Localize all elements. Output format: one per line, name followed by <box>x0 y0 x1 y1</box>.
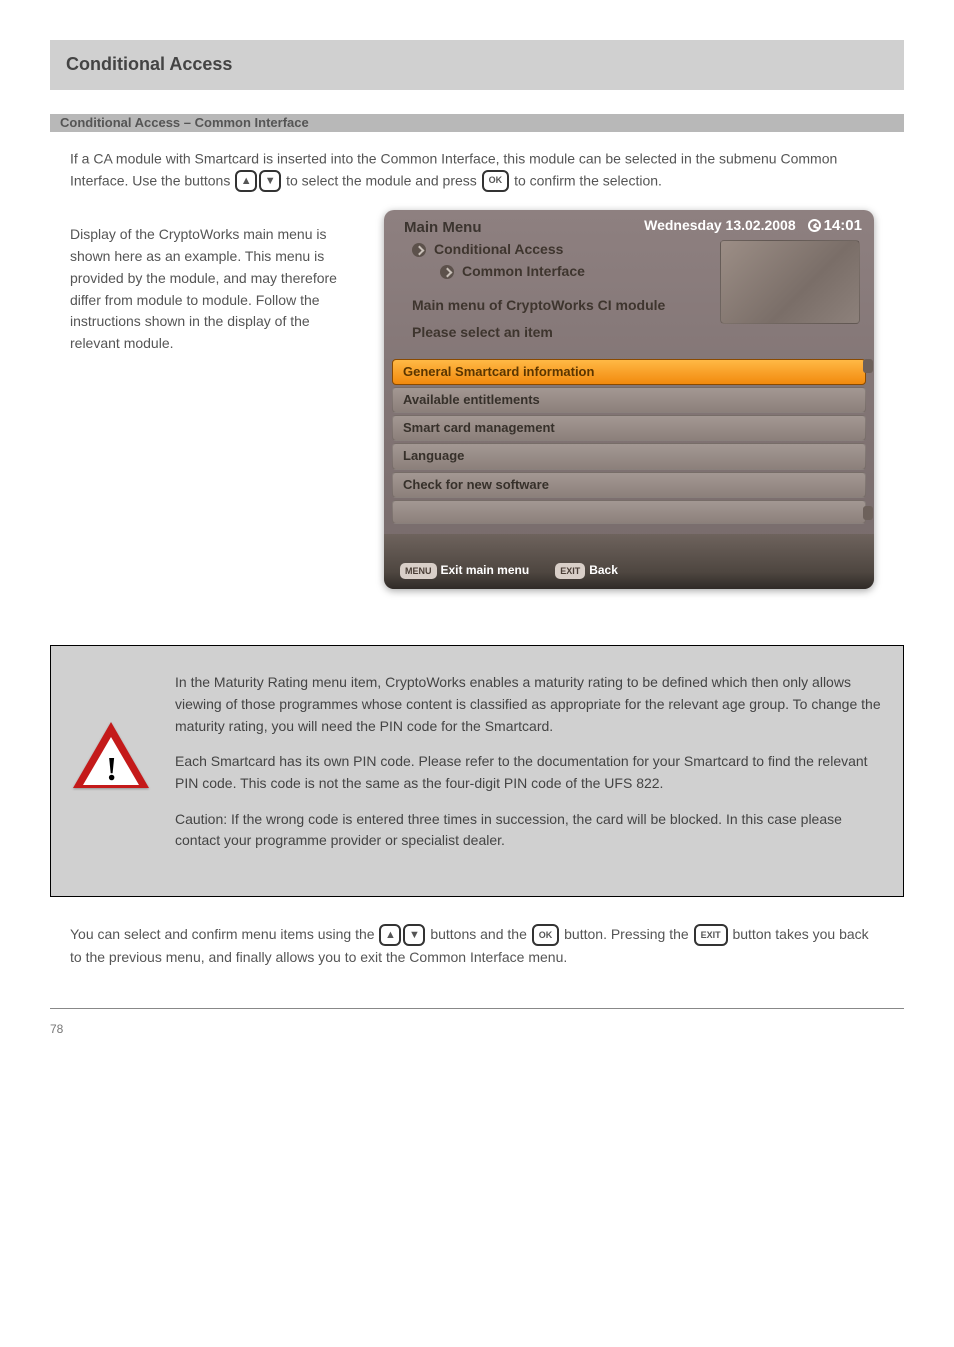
menu-badge: MENU <box>400 563 437 580</box>
breadcrumb-arrow-icon <box>412 243 426 257</box>
warn-paragraph-1: In the Maturity Rating menu item, Crypto… <box>175 672 881 737</box>
osd-footer-menu: MENUExit main menu <box>400 562 529 580</box>
page-title: Conditional Access <box>50 40 904 89</box>
exit-badge: EXIT <box>555 563 585 580</box>
example-explanation: Display of the CryptoWorks main menu is … <box>70 224 340 354</box>
instr-b: buttons and the <box>430 926 527 942</box>
osd-crumb-conditional-access: Conditional Access <box>434 240 563 260</box>
osd-item-check-software[interactable]: Check for new software <box>392 472 866 498</box>
intro-paragraph: If a CA module with Smartcard is inserte… <box>70 148 884 192</box>
osd-item-language[interactable]: Language <box>392 443 866 469</box>
bottom-instruction: You can select and confirm menu items us… <box>70 923 884 969</box>
osd-subheading: Please select an item <box>412 317 710 351</box>
osd-heading: Main menu of CryptoWorks CI module <box>412 294 710 318</box>
page-number: 78 <box>50 1021 63 1038</box>
page-subtitle: Conditional Access – Common Interface <box>50 114 904 132</box>
clock-icon <box>808 219 821 232</box>
osd-item-available-entitlements[interactable]: Available entitlements <box>392 387 866 413</box>
up-key-icon: ▲ <box>235 170 257 192</box>
osd-date: Wednesday 13.02.2008 <box>644 216 796 236</box>
osd-title: Main Menu <box>404 213 632 238</box>
warning-box: ! In the Maturity Rating menu item, Cryp… <box>50 645 904 897</box>
osd-crumb-common-interface: Common Interface <box>462 262 585 282</box>
down-key-icon: ▼ <box>403 924 425 946</box>
intro-text-b: to select the module and press <box>286 173 477 189</box>
osd-time: 14:01 <box>808 215 862 236</box>
osd-breadcrumb: Conditional Access Common Interface Main… <box>412 238 710 350</box>
scroll-up-icon[interactable] <box>863 359 873 373</box>
breadcrumb-arrow-icon <box>440 265 454 279</box>
osd-preview-window <box>720 240 860 324</box>
instr-c: button. Pressing the <box>564 926 689 942</box>
osd-menu-list: General Smartcard information Available … <box>384 359 874 524</box>
osd-footer-exit: EXITBack <box>555 562 618 580</box>
warn-paragraph-3: Caution: If the wrong code is entered th… <box>175 809 881 852</box>
osd-item-blank <box>392 500 866 524</box>
osd-item-smartcard-management[interactable]: Smart card management <box>392 415 866 441</box>
scroll-down-icon[interactable] <box>863 506 873 520</box>
instr-a: You can select and confirm menu items us… <box>70 926 375 942</box>
osd-footer: MENUExit main menu EXITBack <box>384 534 874 590</box>
page-subheader-banner: Conditional Access – Common Interface <box>50 114 904 132</box>
onscreen-menu: Main Menu Wednesday 13.02.2008 14:01 Con… <box>384 210 874 589</box>
page-footer: 78 <box>50 1008 904 1038</box>
ok-key-icon: OK <box>482 170 510 192</box>
osd-item-general-smartcard[interactable]: General Smartcard information <box>392 359 866 385</box>
up-key-icon: ▲ <box>379 924 401 946</box>
warning-icon: ! <box>73 722 153 788</box>
warn-paragraph-2: Each Smartcard has its own PIN code. Ple… <box>175 751 881 794</box>
down-key-icon: ▼ <box>259 170 281 192</box>
exit-key-icon: EXIT <box>694 924 728 946</box>
ok-key-icon: OK <box>532 924 560 946</box>
page-header-banner: Conditional Access <box>50 40 904 90</box>
intro-text-c: to confirm the selection. <box>514 173 662 189</box>
